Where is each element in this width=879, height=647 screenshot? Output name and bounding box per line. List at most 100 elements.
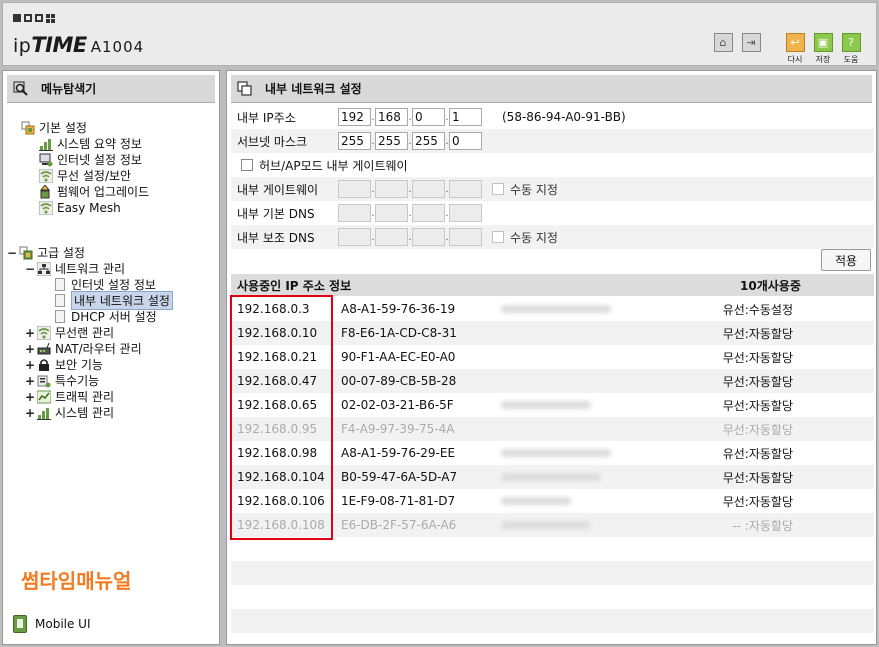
special-features-icon: [37, 375, 51, 387]
tree-security[interactable]: + 보안 기능: [25, 357, 103, 373]
ip-octet-4[interactable]: 1: [449, 108, 482, 126]
tree-item-system-summary[interactable]: 시스템 요약 정보: [39, 136, 142, 151]
expand-toggle[interactable]: +: [25, 390, 35, 404]
collapse-toggle[interactable]: −: [7, 246, 17, 260]
header-toolbar: ⌂ ⇥ ↩ 다시 ▣ 저장 ? 도움: [712, 33, 862, 65]
apply-button[interactable]: 적용: [821, 249, 871, 271]
gw-octet-2[interactable]: [375, 180, 408, 198]
tree-item-wireless-security[interactable]: 무선 설정/보안: [39, 168, 131, 183]
tree-advanced-settings[interactable]: − 고급 설정: [7, 245, 85, 261]
tree-item-internal-network[interactable]: 내부 네트워크 설정: [55, 291, 173, 310]
settings-folder-icon: [21, 121, 35, 134]
row-ip: 192.168.0.104: [237, 470, 325, 484]
row-device-name: [501, 470, 711, 484]
expand-toggle[interactable]: +: [25, 406, 35, 420]
dns2-octet-2[interactable]: [375, 228, 408, 246]
mask-octet-4[interactable]: 0: [449, 132, 482, 150]
table-row: 192.168.0.21 90-F1-AA-EC-E0-A0 무선:자동할당: [231, 345, 874, 369]
dns1-octet-3[interactable]: [412, 204, 445, 222]
wifi-icon: [39, 168, 53, 183]
model-name: A1004: [90, 38, 145, 56]
watermark-text: 썸타임매뉴얼: [21, 569, 132, 593]
row-ip: 192.168.0.98: [237, 446, 318, 460]
row-ip: 192.168.0.21: [237, 350, 318, 364]
tree-wireless-lan[interactable]: + 무선랜 관리: [25, 325, 114, 340]
gw-octet-3[interactable]: [412, 180, 445, 198]
tree-item-firmware-upgrade[interactable]: 펌웨어 업그레이드: [39, 184, 149, 199]
row-ip: 192.168.0.65: [237, 398, 318, 412]
row-type: 유선:자동할당: [722, 446, 793, 461]
ip-octet-3[interactable]: 0: [412, 108, 445, 126]
magnifier-icon: [13, 80, 28, 96]
row-type: 유선:수동설정: [722, 302, 793, 317]
logout-button[interactable]: ⇥: [740, 33, 762, 54]
empty-row: [231, 609, 874, 633]
dns2-octet-1[interactable]: [338, 228, 371, 246]
row-mac: B0-59-47-6A-5D-A7: [341, 470, 458, 484]
dns1-octet-2[interactable]: [375, 204, 408, 222]
home-button[interactable]: ⌂: [712, 33, 734, 54]
expand-toggle[interactable]: +: [25, 326, 35, 340]
tree-item-internet-info-adv[interactable]: 인터넷 설정 정보: [55, 277, 156, 292]
hub-ap-checkbox[interactable]: [241, 159, 253, 171]
row-type: 무선:자동할당: [722, 422, 793, 437]
ip-list-header: 사용중인 IP 주소 정보 10개사용중: [231, 274, 874, 296]
table-row: 192.168.0.108 E6-DB-2F-57-6A-A6 -- :자동할당: [231, 513, 874, 537]
row-device-name: [501, 518, 711, 532]
row-mac: 1E-F9-08-71-81-D7: [341, 494, 456, 508]
row-mac: A8-A1-59-76-36-19: [341, 302, 456, 316]
tree-item-internet-info[interactable]: 인터넷 설정 정보: [39, 152, 142, 167]
tree-system[interactable]: + 시스템 관리: [25, 405, 114, 421]
dns1-octet-1[interactable]: [338, 204, 371, 222]
help-icon: ?: [841, 33, 861, 52]
expand-toggle[interactable]: +: [25, 374, 35, 388]
collapse-toggle[interactable]: −: [25, 262, 35, 276]
row-mac: 02-02-03-21-B6-5F: [341, 398, 454, 412]
help-button[interactable]: ? 도움: [840, 33, 862, 65]
tree-nat-router[interactable]: + NAT/라우터 관리: [25, 341, 142, 357]
mask-octet-2[interactable]: 255: [375, 132, 408, 150]
tree-basic-settings[interactable]: 기본 설정: [21, 120, 87, 135]
row-type: 무선:자동할당: [722, 374, 793, 389]
tree-network-management[interactable]: − 네트워크 관리: [25, 261, 125, 276]
tree-traffic[interactable]: + 트래픽 관리: [25, 389, 114, 405]
row-type: 무선:자동할당: [722, 350, 793, 365]
ip-octet-1[interactable]: 192: [338, 108, 371, 126]
row-ip: 192.168.0.10: [237, 326, 318, 340]
gw-octet-4[interactable]: [449, 180, 482, 198]
dns1-octet-4[interactable]: [449, 204, 482, 222]
save-button[interactable]: ▣ 저장: [812, 33, 834, 65]
firmware-icon: [39, 184, 51, 198]
top-header: ip TIME A1004 ⌂ ⇥ ↩ 다시 ▣ 저장 ? 도움: [2, 2, 877, 66]
refresh-button[interactable]: ↩ 다시: [784, 33, 806, 65]
menu-explorer: 메뉴탐색기 기본 설정 시스템 요약 정보 인터넷 설정 정보 무선 설정/보안…: [2, 70, 220, 645]
gateway-manual-checkbox[interactable]: [492, 183, 504, 195]
row-type: 무선:자동할당: [722, 470, 793, 485]
mask-octet-3[interactable]: 255: [412, 132, 445, 150]
dns2-input: . . .: [338, 228, 482, 246]
dns2-octet-4[interactable]: [449, 228, 482, 246]
router-mac: (58-86-94-A0-91-BB): [502, 110, 626, 124]
gw-octet-1[interactable]: [338, 180, 371, 198]
tree-special[interactable]: + 특수기능: [25, 373, 99, 389]
home-icon: ⌂: [713, 33, 733, 52]
dns-manual-checkbox[interactable]: [492, 231, 504, 243]
settings-folder-icon: [19, 246, 33, 259]
dns1-input: . . .: [338, 204, 482, 222]
tree-item-dhcp-server[interactable]: DHCP 서버 설정: [55, 309, 157, 324]
table-row: 192.168.0.106 1E-F9-08-71-81-D7 무선:자동할당: [231, 489, 874, 513]
ip-octet-2[interactable]: 168: [375, 108, 408, 126]
mask-octet-1[interactable]: 255: [338, 132, 371, 150]
tree-item-easy-mesh[interactable]: Easy Mesh: [39, 200, 121, 215]
mobile-ui-link[interactable]: Mobile UI: [13, 615, 91, 633]
internal-network-panel: 내부 네트워크 설정 내부 IP주소 192. 168. 0. 1 (58-86…: [226, 70, 877, 645]
dns2-octet-3[interactable]: [412, 228, 445, 246]
save-icon: ▣: [813, 33, 833, 52]
expand-toggle[interactable]: +: [25, 358, 35, 372]
row-ip: 192.168.0.95: [237, 422, 318, 436]
internal-ip-row: 내부 IP주소 192. 168. 0. 1 (58-86-94-A0-91-B…: [237, 108, 626, 126]
empty-row: [231, 585, 874, 609]
expand-toggle[interactable]: +: [25, 342, 35, 356]
windows-icon: [237, 80, 252, 96]
row-ip: 192.168.0.108: [237, 518, 325, 532]
